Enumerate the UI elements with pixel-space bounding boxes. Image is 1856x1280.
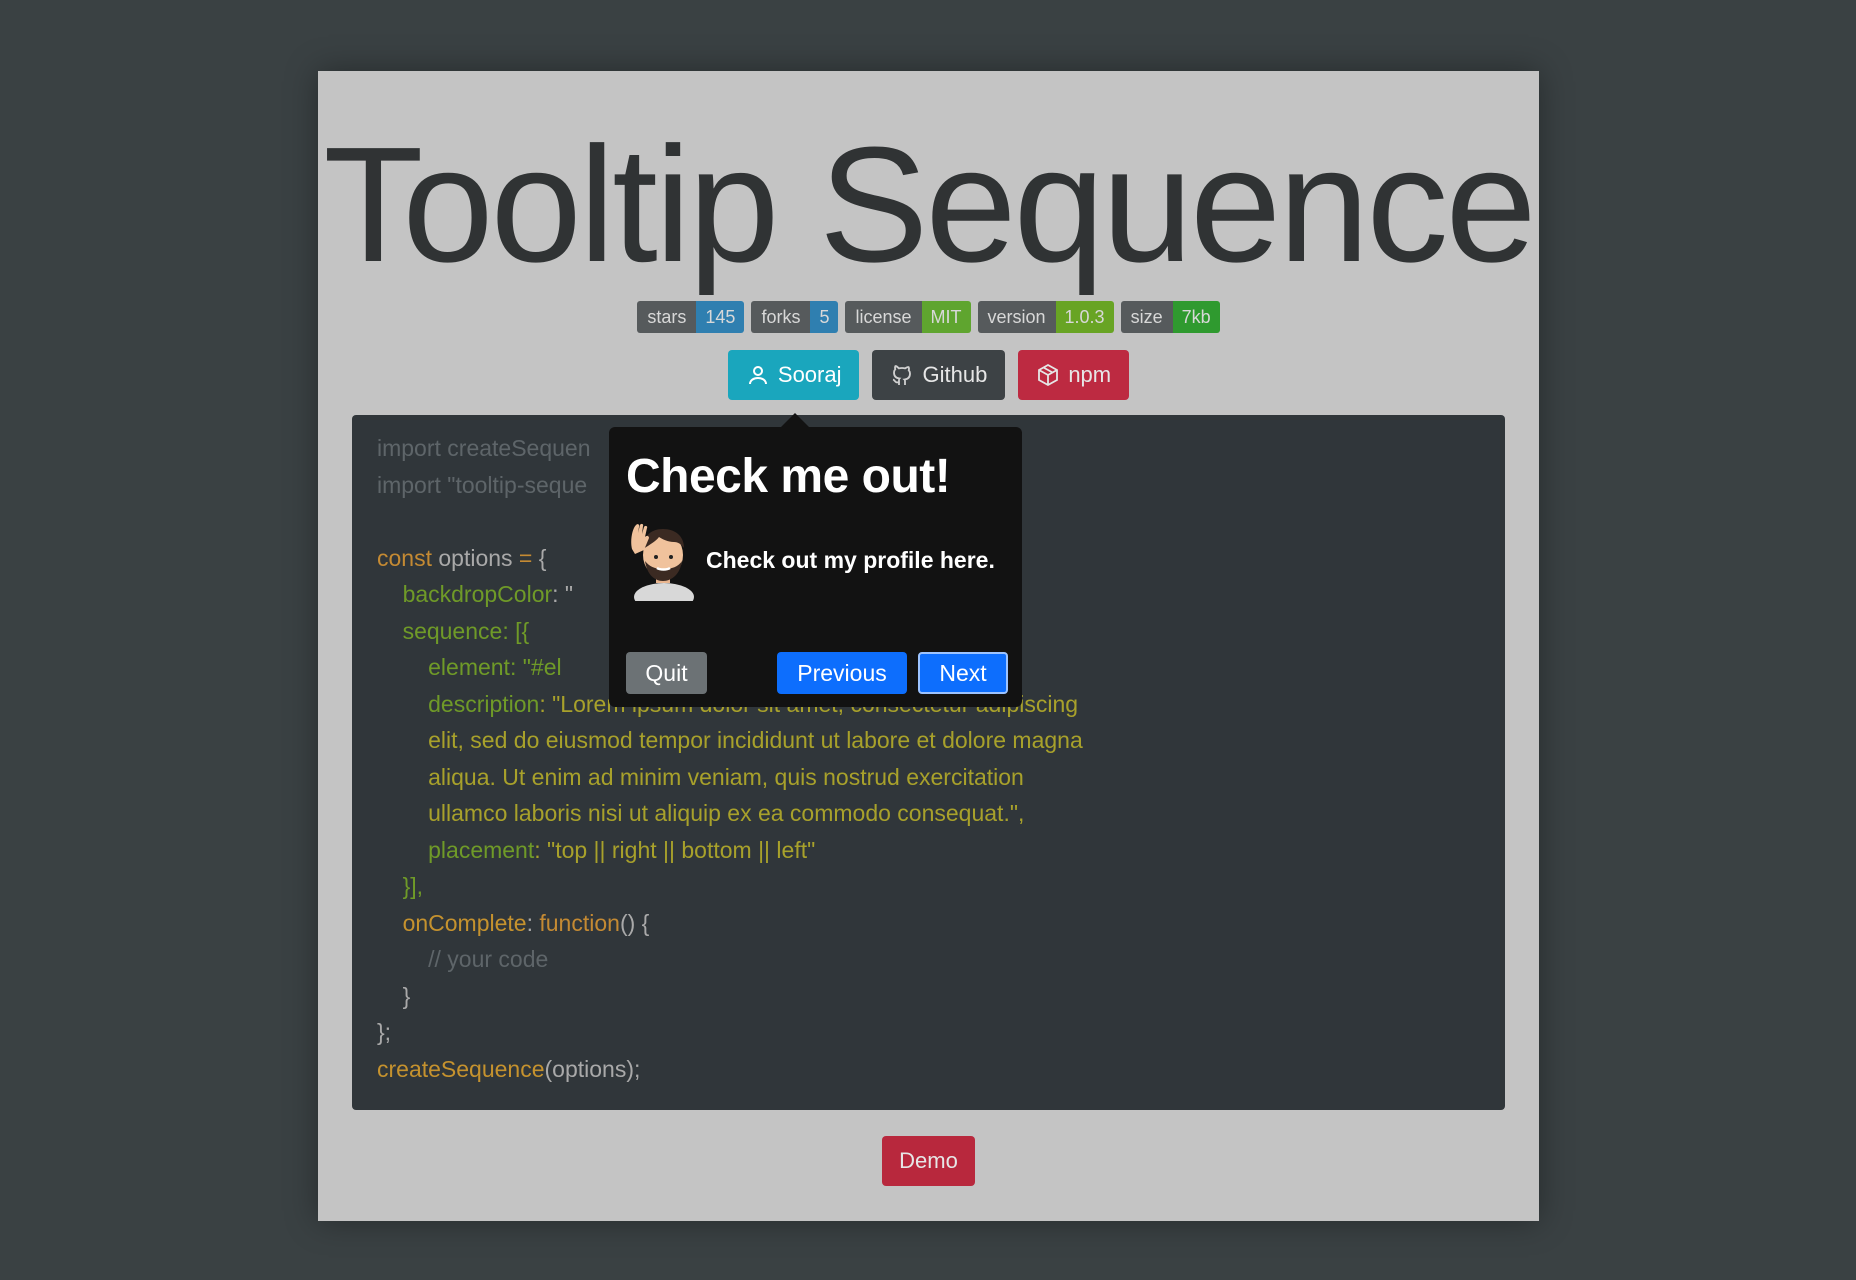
badge-row: stars 145 forks 5 license MIT version 1.… — [318, 301, 1539, 333]
code-line: createSequence(options); — [377, 1051, 1083, 1088]
code-token: () { — [619, 909, 650, 936]
badge-key: stars — [637, 301, 697, 333]
previous-button[interactable]: Previous — [777, 652, 907, 694]
link-buttons: Sooraj Github npm — [318, 350, 1539, 400]
sooraj-button[interactable]: Sooraj — [727, 350, 860, 400]
badge-value: MIT — [921, 301, 971, 333]
code-token: // your code — [428, 946, 549, 972]
code-token: element — [428, 654, 510, 680]
code-line: }; — [377, 1019, 392, 1045]
npm-button[interactable]: npm — [1018, 350, 1130, 400]
code-line: onComplete: function() { — [377, 905, 1083, 942]
code-token: : " — [552, 581, 574, 607]
code-line: aliqua. Ut enim ad minim veniam, quis no… — [377, 759, 1083, 796]
code-token: { — [538, 544, 547, 571]
code-token: }], — [402, 873, 424, 899]
code-line: placement: "top || right || bottom || le… — [377, 832, 1083, 869]
tooltip-body: Check out my profile here. — [626, 519, 995, 601]
code-token: = — [512, 544, 539, 571]
badge-stars[interactable]: stars 145 — [637, 301, 745, 333]
demo-button[interactable]: Demo — [882, 1136, 975, 1186]
tooltip-popover: Check me out! Check out my profile here.… — [609, 413, 1022, 707]
memoji-avatar-icon — [631, 523, 694, 601]
code-line: }], — [377, 868, 1083, 905]
badge-forks[interactable]: forks 5 — [751, 301, 839, 333]
code-token: description — [428, 690, 540, 717]
badge-value: 5 — [810, 301, 839, 333]
code-token: : "top || right || bottom || left" — [534, 836, 816, 863]
badge-key: forks — [751, 301, 811, 333]
tooltip-title: Check me out! — [626, 450, 951, 503]
code-token: placement — [428, 836, 535, 863]
code-line: // your code — [377, 941, 1083, 978]
npm-label: npm — [1068, 362, 1112, 387]
code-token: options — [438, 544, 513, 571]
github-button[interactable]: Github — [872, 350, 1006, 400]
code-token: elit, sed do eiusmod tempor incididunt u… — [428, 727, 1083, 753]
sooraj-label: Sooraj — [777, 362, 842, 387]
code-line: } — [377, 978, 1083, 1015]
code-token: : — [526, 909, 540, 936]
quit-button[interactable]: Quit — [626, 652, 707, 694]
next-button[interactable]: Next — [918, 652, 1008, 694]
code-token: aliqua. Ut enim ad minim veniam, quis no… — [428, 763, 1024, 790]
badge-version[interactable]: version 1.0.3 — [977, 301, 1114, 333]
user-icon — [748, 366, 767, 385]
page-title: Tooltip Sequence — [323, 113, 1536, 296]
code-token: (options); — [544, 1055, 641, 1082]
code-token: : [{ — [502, 617, 530, 644]
box-icon — [1038, 363, 1059, 387]
code-token: function — [539, 909, 620, 936]
tooltip-description: Check out my profile here. — [706, 546, 995, 573]
code-token: } — [402, 982, 411, 1009]
badge-size[interactable]: size 7kb — [1120, 301, 1220, 333]
badge-license[interactable]: license MIT — [845, 301, 971, 333]
badge-value: 145 — [696, 301, 745, 333]
code-line: ullamco laboris nisi ut aliquip ex ea co… — [377, 795, 1083, 832]
code-token: const — [377, 544, 432, 571]
code-line: elit, sed do eiusmod tempor incididunt u… — [377, 722, 1083, 759]
code-token: backdropColor — [402, 581, 553, 607]
badge-key: version — [977, 301, 1056, 333]
code-token: createSequence — [377, 1055, 545, 1082]
badge-key: license — [845, 301, 922, 333]
code-token: ullamco laboris nisi ut aliquip ex ea co… — [428, 800, 1025, 826]
code-token: : "#el — [509, 654, 562, 680]
code-token: sequence — [402, 617, 503, 644]
github-label: Github — [922, 362, 988, 387]
code-token: onComplete — [402, 909, 527, 936]
badge-value: 7kb — [1172, 301, 1220, 333]
badge-value: 1.0.3 — [1055, 301, 1114, 333]
github-icon — [893, 365, 912, 385]
badge-key: size — [1120, 301, 1173, 333]
tooltip-arrow — [781, 413, 809, 427]
